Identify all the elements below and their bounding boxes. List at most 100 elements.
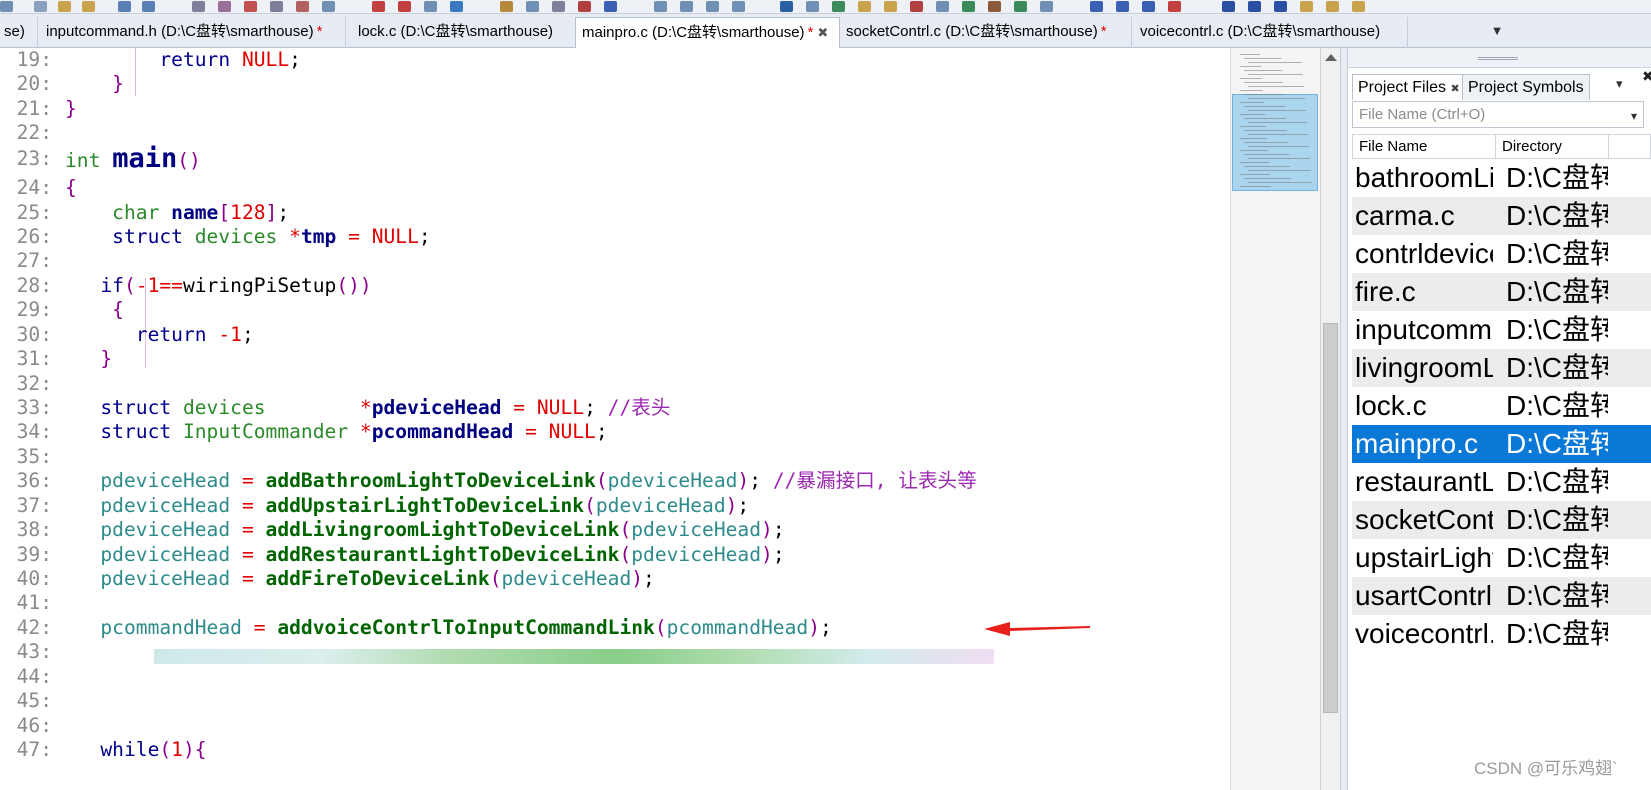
- minimap-line: [1248, 170, 1311, 171]
- code-editor[interactable]: 19: return NULL; 20: } 21:} 22: 23: int main(…: [0, 48, 1230, 790]
- minimap-line: [1240, 66, 1261, 67]
- toolbar-icon[interactable]: [450, 1, 463, 12]
- code-token: ;: [737, 494, 750, 517]
- toolbar-icon[interactable]: [372, 1, 385, 12]
- toolbar-icon[interactable]: [500, 1, 513, 12]
- code-token: struct: [65, 396, 183, 419]
- pane-splitter[interactable]: [1340, 48, 1348, 790]
- panel-close-icon[interactable]: ✖: [1642, 68, 1651, 85]
- file-list-row[interactable]: socketContrl.c D:\C盘转: [1352, 501, 1651, 539]
- toolbar-icon[interactable]: [578, 1, 591, 12]
- toolbar-icon[interactable]: [654, 1, 667, 12]
- toolbar-icon[interactable]: [936, 1, 949, 12]
- toolbar-icon[interactable]: [296, 1, 309, 12]
- toolbar-icon[interactable]: [680, 1, 693, 12]
- column-label: File Name: [1359, 138, 1428, 155]
- tab-project-symbols[interactable]: Project Symbols: [1462, 74, 1590, 100]
- line-number: 47:: [16, 738, 52, 761]
- toolbar-icon[interactable]: [780, 1, 793, 12]
- chevron-down-icon[interactable]: ▾: [1631, 104, 1637, 129]
- toolbar-icon[interactable]: [1274, 1, 1287, 12]
- toolbar-icon[interactable]: [806, 1, 819, 12]
- toolbar-icon[interactable]: [1352, 1, 1365, 12]
- file-list-row[interactable]: fire.c D:\C盘转: [1352, 273, 1651, 311]
- toolbar-icon[interactable]: [322, 1, 335, 12]
- toolbar-icon[interactable]: [832, 1, 845, 12]
- code-text: return NULL;: [65, 48, 301, 72]
- file-list-row[interactable]: carma.c D:\C盘转: [1352, 197, 1651, 235]
- toolbar-icon[interactable]: [884, 1, 897, 12]
- tab-inputcommand-h[interactable]: inputcommand.h (D:\C盘转\smarthouse) *: [40, 17, 346, 48]
- toolbar-icon[interactable]: [424, 1, 437, 12]
- toolbar-icon[interactable]: [58, 1, 71, 12]
- line-number: 33:: [16, 396, 52, 419]
- tab-lock-c[interactable]: lock.c (D:\C盘转\smarthouse): [352, 17, 576, 48]
- toolbar-icon[interactable]: [270, 1, 283, 12]
- toolbar-icon[interactable]: [1248, 1, 1261, 12]
- file-list-row[interactable]: mainpro.c D:\C盘转: [1352, 425, 1651, 463]
- code-token: int: [65, 149, 113, 172]
- file-list-row[interactable]: usartContrl.c D:\C盘转: [1352, 577, 1651, 615]
- toolbar-icon[interactable]: [526, 1, 539, 12]
- column-header-file-name[interactable]: File Name: [1352, 134, 1496, 159]
- toolbar-icon[interactable]: [604, 1, 617, 12]
- code-token: =: [241, 518, 266, 541]
- toolbar-icon[interactable]: [0, 1, 13, 12]
- toolbar-icon[interactable]: [732, 1, 745, 12]
- file-name-search-input[interactable]: File Name (Ctrl+O) ▾: [1352, 101, 1644, 128]
- file-list-row[interactable]: lock.c D:\C盘转: [1352, 387, 1651, 425]
- panel-grip-bar[interactable]: [1348, 48, 1651, 68]
- toolbar-icon[interactable]: [398, 1, 411, 12]
- toolbar-icon[interactable]: [218, 1, 231, 12]
- scrollbar-thumb[interactable]: [1323, 323, 1338, 713]
- column-header-directory[interactable]: Directory: [1496, 134, 1609, 159]
- line-number: 44:: [16, 665, 52, 688]
- toolbar-icon[interactable]: [244, 1, 257, 12]
- file-name: upstairLight.c: [1355, 542, 1493, 573]
- toolbar-icon[interactable]: [34, 1, 47, 12]
- file-list-row[interactable]: upstairLight.c D:\C盘转: [1352, 539, 1651, 577]
- toolbar-icon[interactable]: [1168, 1, 1181, 12]
- tab-mainpro-c[interactable]: mainpro.c (D:\C盘转\smarthouse) * ✖: [575, 17, 840, 48]
- toolbar-icon[interactable]: [858, 1, 871, 12]
- toolbar-icon[interactable]: [1326, 1, 1339, 12]
- toolbar-icon[interactable]: [1142, 1, 1155, 12]
- toolbar-icon[interactable]: [142, 1, 155, 12]
- toolbar-icon[interactable]: [962, 1, 975, 12]
- code-text: }: [65, 71, 124, 96]
- toolbar-icon[interactable]: [552, 1, 565, 12]
- toolbar-icon[interactable]: [1040, 1, 1053, 12]
- toolbar-icon[interactable]: [1116, 1, 1129, 12]
- code-token: pdeviceHead: [371, 396, 514, 419]
- toolbar-icon[interactable]: [910, 1, 923, 12]
- code-text: }: [65, 346, 112, 371]
- file-list-row[interactable]: inputcommand.h D:\C盘转: [1352, 311, 1651, 349]
- file-list-row[interactable]: bathroomLight.c D:\C盘转: [1352, 159, 1651, 197]
- toolbar-icon[interactable]: [1090, 1, 1103, 12]
- chevron-down-icon[interactable]: ▾: [1616, 76, 1623, 92]
- chevron-down-icon[interactable]: ▼: [1487, 17, 1507, 45]
- tab-socketcontrl-c[interactable]: socketContrl.c (D:\C盘转\smarthouse) *: [840, 17, 1132, 48]
- toolbar-icon[interactable]: [706, 1, 719, 12]
- tab-voicecontrl-c[interactable]: voicecontrl.c (D:\C盘转\smarthouse): [1134, 17, 1408, 48]
- tab-project-files[interactable]: Project Files ✖: [1352, 74, 1466, 100]
- toolbar-icon[interactable]: [988, 1, 1001, 12]
- toolbar-icon[interactable]: [192, 1, 205, 12]
- vertical-scrollbar[interactable]: [1320, 48, 1340, 790]
- line-number: 25:: [16, 201, 52, 224]
- file-list-row[interactable]: restaurantLight.c D:\C盘转: [1352, 463, 1651, 501]
- toolbar-icon[interactable]: [1014, 1, 1027, 12]
- code-token: addLivingroomLightToDeviceLink: [265, 518, 620, 541]
- close-icon[interactable]: ✖: [1450, 83, 1459, 95]
- toolbar-icon[interactable]: [1222, 1, 1235, 12]
- toolbar-icon[interactable]: [1300, 1, 1313, 12]
- close-icon[interactable]: ✖: [817, 25, 828, 40]
- file-list-row[interactable]: voicecontrl.c D:\C盘转: [1352, 615, 1651, 653]
- toolbar-icon[interactable]: [82, 1, 95, 12]
- file-list-row[interactable]: contrldevices.h D:\C盘转: [1352, 235, 1651, 273]
- toolbar-icon[interactable]: [118, 1, 131, 12]
- file-list-row[interactable]: livingroomLight.c D:\C盘转: [1352, 349, 1651, 387]
- tab-previous-file[interactable]: se): [0, 17, 38, 48]
- scroll-up-icon[interactable]: [1325, 54, 1337, 61]
- minimap-line: [1240, 90, 1263, 91]
